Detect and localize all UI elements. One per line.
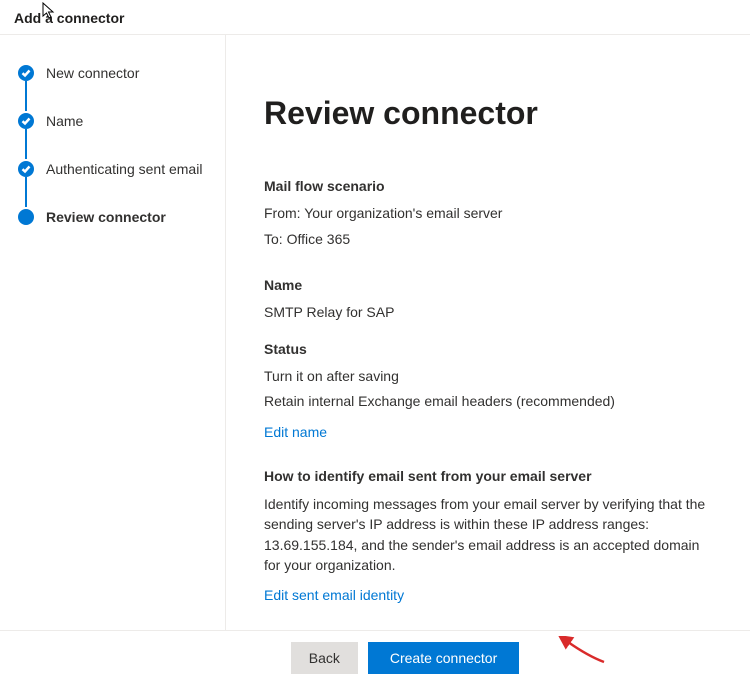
page-title: Review connector <box>264 95 710 132</box>
section-name: Name SMTP Relay for SAP <box>264 277 710 323</box>
current-step-icon <box>18 209 34 225</box>
body-area: New connector Name Authenticating sent e… <box>0 35 750 631</box>
to-value: Office 365 <box>287 231 351 247</box>
panel-header: Add a connector <box>0 0 750 35</box>
step-review[interactable]: Review connector <box>18 207 215 227</box>
step-new-connector[interactable]: New connector <box>18 63 215 83</box>
step-connector <box>25 129 27 159</box>
edit-name-link[interactable]: Edit name <box>264 424 327 440</box>
to-label: To: <box>264 231 283 247</box>
identify-body: Identify incoming messages from your ema… <box>264 494 710 575</box>
wizard-footer: Back Create connector <box>0 630 750 684</box>
section-mail-flow-scenario: Mail flow scenario From: Your organizati… <box>264 178 710 249</box>
from-label: From: <box>264 205 301 221</box>
scenario-to-line: To: Office 365 <box>264 230 710 250</box>
section-status: Status Turn it on after saving Retain in… <box>264 341 710 440</box>
step-authenticating[interactable]: Authenticating sent email <box>18 159 215 179</box>
wizard-steps: New connector Name Authenticating sent e… <box>18 63 215 227</box>
step-connector <box>25 177 27 207</box>
section-heading: Mail flow scenario <box>264 178 710 194</box>
status-line: Turn it on after saving <box>264 367 710 387</box>
step-label: Authenticating sent email <box>46 161 202 177</box>
create-connector-button[interactable]: Create connector <box>368 642 519 674</box>
status-line: Retain internal Exchange email headers (… <box>264 392 710 412</box>
section-heading: How to identify email sent from your ema… <box>264 468 710 484</box>
from-value: Your organization's email server <box>304 205 502 221</box>
step-label: Review connector <box>46 209 166 225</box>
edit-sent-email-identity-link[interactable]: Edit sent email identity <box>264 587 404 603</box>
wizard-content: Review connector Mail flow scenario From… <box>226 35 750 631</box>
step-name[interactable]: Name <box>18 111 215 131</box>
step-label: Name <box>46 113 83 129</box>
check-icon <box>18 161 34 177</box>
section-identify: How to identify email sent from your ema… <box>264 468 710 603</box>
section-heading: Status <box>264 341 710 357</box>
connector-name-value: SMTP Relay for SAP <box>264 303 710 323</box>
back-button[interactable]: Back <box>291 642 358 674</box>
check-icon <box>18 113 34 129</box>
section-heading: Name <box>264 277 710 293</box>
wizard-sidebar: New connector Name Authenticating sent e… <box>0 35 226 631</box>
step-connector <box>25 81 27 111</box>
scenario-from-line: From: Your organization's email server <box>264 204 710 224</box>
step-label: New connector <box>46 65 139 81</box>
check-icon <box>18 65 34 81</box>
panel-title: Add a connector <box>14 10 124 26</box>
